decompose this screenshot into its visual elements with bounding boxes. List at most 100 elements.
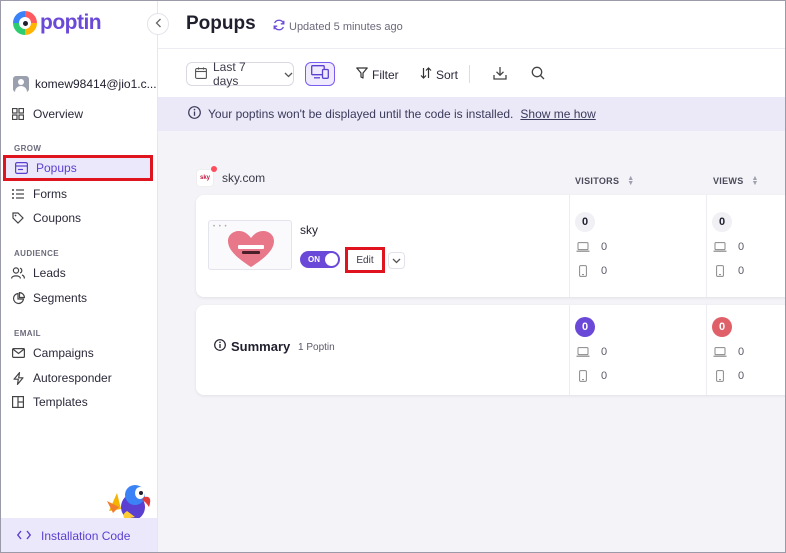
site-name: sky.com	[222, 171, 266, 185]
nav-section-audience: AUDIENCE	[14, 249, 59, 258]
search-icon	[531, 66, 545, 83]
popup-window-icon	[14, 161, 28, 175]
laptop-icon	[712, 242, 728, 252]
download-icon	[493, 66, 507, 83]
grid-icon	[11, 107, 25, 121]
site-header: sky sky.com	[196, 166, 266, 187]
chevron-down-icon	[284, 67, 293, 81]
toolbar-divider	[469, 65, 470, 83]
mail-icon	[11, 346, 25, 360]
sidebar-item-segments[interactable]: Segments	[11, 287, 87, 309]
site-favicon: sky	[196, 166, 217, 187]
chevron-left-icon	[155, 17, 162, 31]
sidebar-item-campaigns[interactable]: Campaigns	[11, 342, 94, 364]
installation-code-button[interactable]: Installation Code	[1, 518, 157, 552]
summary-visitors-mobile-value: 0	[601, 370, 608, 382]
popup-thumbnail[interactable]: • • •	[208, 220, 292, 270]
calendar-icon	[195, 66, 207, 82]
edit-button[interactable]: Edit	[345, 247, 385, 273]
page-header: Popups Updated 5 minutes ago	[158, 1, 785, 49]
views-desktop-value: 0	[738, 241, 745, 253]
info-icon	[188, 106, 201, 122]
bolt-icon	[11, 371, 25, 385]
sidebar-item-label: Forms	[33, 187, 67, 201]
summary-visitors-desktop-value: 0	[601, 346, 608, 358]
account-email: komew98414@jio1.c...	[35, 77, 157, 91]
sidebar-item-label: Segments	[33, 291, 88, 305]
filter-button[interactable]: Filter	[356, 67, 399, 82]
sidebar-item-templates[interactable]: Templates	[11, 391, 88, 413]
sidebar-item-label: Coupons	[33, 211, 82, 225]
phone-icon	[712, 265, 728, 277]
sort-icon	[420, 67, 432, 82]
popup-active-toggle[interactable]: ON	[300, 251, 340, 268]
visitors-desktop: 0	[575, 238, 655, 256]
updated-status[interactable]: Updated 5 minutes ago	[273, 19, 403, 34]
search-button[interactable]	[531, 66, 545, 83]
visitors-mobile-value: 0	[601, 265, 608, 277]
summary-title: Summary	[214, 339, 290, 354]
summary-label: Summary	[231, 339, 291, 354]
tag-icon	[11, 211, 25, 225]
window-dots: • • •	[213, 224, 228, 230]
popup-name[interactable]: sky	[300, 223, 318, 237]
poptin-logo-mark	[13, 11, 37, 35]
laptop-icon	[575, 347, 591, 357]
avatar	[13, 76, 29, 92]
nav-section-email: EMAIL	[14, 329, 41, 338]
show-me-how-link[interactable]: Show me how	[520, 107, 595, 121]
summary-visitors-desktop: 0	[575, 343, 655, 361]
collapse-sidebar-button[interactable]	[147, 13, 169, 35]
sidebar-item-leads[interactable]: Leads	[11, 262, 66, 284]
column-header-label: VISITORS	[575, 176, 620, 186]
sidebar-item-label: Autoresponder	[33, 371, 112, 385]
sidebar-item-autoresponder[interactable]: Autoresponder	[11, 367, 112, 389]
sidebar-item-label: Overview	[33, 107, 84, 121]
layout-icon	[11, 395, 25, 409]
visitors-desktop-value: 0	[601, 241, 608, 253]
summary-visitors-mobile: 0	[575, 367, 655, 385]
laptop-icon	[575, 242, 591, 252]
views-mobile: 0	[712, 262, 785, 280]
summary-views-mobile: 0	[712, 367, 785, 385]
nav-section-grow: GROW	[14, 144, 42, 153]
date-range-select[interactable]: Last 7 days	[186, 60, 294, 88]
summary-views-desktop-value: 0	[738, 346, 745, 358]
sidebar-item-coupons[interactable]: Coupons	[11, 207, 81, 229]
sort-arrows-icon: ▲ ▼	[751, 175, 759, 187]
sidebar-item-forms[interactable]: Forms	[11, 183, 67, 205]
summary-card: Summary 1 Poptin 0 0 0 0 0 0	[196, 305, 785, 395]
toggle-label: ON	[308, 255, 320, 264]
sort-button[interactable]: Sort	[420, 67, 458, 82]
summary-views-mobile-value: 0	[738, 370, 745, 382]
page-title: Popups	[186, 13, 256, 34]
popup-row-card: • • • sky ON Edit 0 0 0 0 0 0	[196, 195, 785, 297]
account-switcher[interactable]: komew98414@jio1.c...	[13, 76, 157, 92]
sidebar: poptin komew98414@jio1.c... Overview GRO…	[1, 1, 158, 552]
device-toggle-button[interactable]	[305, 62, 335, 86]
column-divider	[706, 305, 707, 395]
filter-label: Filter	[372, 67, 399, 82]
sidebar-item-label: Popups	[36, 161, 77, 175]
laptop-icon	[712, 347, 728, 357]
sidebar-item-popups[interactable]: Popups	[3, 155, 153, 181]
installation-code-label: Installation Code	[41, 529, 131, 543]
poptin-logo[interactable]: poptin	[13, 11, 102, 35]
refresh-icon	[273, 19, 285, 34]
views-stats: 0 0 0	[712, 212, 785, 280]
heart-popup-preview-icon	[228, 231, 274, 267]
users-icon	[11, 266, 25, 280]
sidebar-item-overview[interactable]: Overview	[11, 103, 83, 125]
devices-icon	[311, 64, 329, 84]
banner-text: Your poptins won't be displayed until th…	[208, 107, 514, 121]
sidebar-item-label: Templates	[33, 395, 88, 409]
column-divider	[569, 305, 570, 395]
visitors-mobile: 0	[575, 262, 655, 280]
download-button[interactable]	[493, 66, 507, 83]
column-header-views[interactable]: VIEWS ▲ ▼	[713, 175, 759, 187]
sidebar-item-label: Leads	[33, 266, 66, 280]
date-range-value: Last 7 days	[213, 60, 246, 88]
edit-options-dropdown[interactable]	[388, 252, 405, 269]
column-header-visitors[interactable]: VISITORS ▲ ▼	[575, 175, 634, 187]
updated-text: Updated 5 minutes ago	[289, 20, 403, 33]
